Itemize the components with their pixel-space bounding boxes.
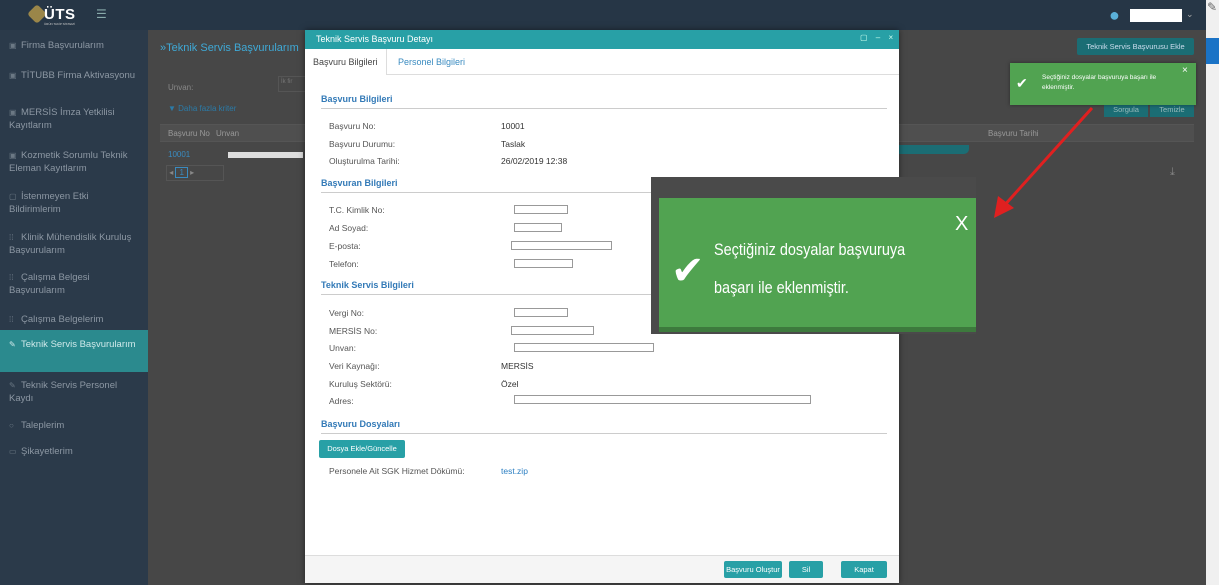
redacted-vergi-no bbox=[514, 308, 568, 317]
table-row-no[interactable]: 10001 bbox=[168, 150, 190, 159]
zoomed-success-toast: ✔ Seçtiğiniz dosyalar başvuruya başarı i… bbox=[651, 177, 976, 334]
value-basvuru-durumu: Taslak bbox=[501, 139, 526, 149]
file-link[interactable]: test.zip bbox=[501, 466, 528, 476]
redacted-adres bbox=[514, 395, 811, 404]
edge-tool-icon[interactable]: ✎ bbox=[1207, 0, 1219, 18]
redacted-telefon bbox=[514, 259, 573, 268]
download-icon[interactable]: ⤓ bbox=[1170, 166, 1175, 179]
grid-icon: ⁞⁞ bbox=[9, 233, 14, 242]
sidebar-item-firma-basvurulari[interactable]: ▣ Firma Başvurularım bbox=[0, 39, 148, 52]
sidebar-item-taleplerim[interactable]: ○ Taleplerim bbox=[0, 419, 148, 432]
toast-message: Seçtiğiniz dosyalar başvuruya başarı ile… bbox=[1042, 74, 1157, 91]
page-title: »Teknik Servis Başvurularım bbox=[160, 42, 299, 54]
label-basvuru-durumu: Başvuru Durumu: bbox=[329, 139, 396, 149]
value-veri-kaynagi: MERSİS bbox=[501, 361, 534, 371]
sidebar: ▣ Firma Başvurularım ▣ TİTUBB Firma Aktiva… bbox=[0, 30, 148, 585]
sidebar-item-klinik[interactable]: ⁞⁞ Klinik Mühendislik Kuruluş Başvuruları… bbox=[0, 231, 148, 257]
tab-basvuru-bilgileri[interactable]: Başvuru Bilgileri bbox=[305, 49, 387, 75]
section-basvuru-bilgileri: Başvuru Bilgileri bbox=[321, 94, 887, 109]
tab-personel-bilgileri[interactable]: Personel Bilgileri bbox=[390, 49, 473, 75]
page-number[interactable]: 1 bbox=[175, 167, 188, 178]
label-olusturulma: Oluşturulma Tarihi: bbox=[329, 156, 400, 166]
window-controls-icon[interactable]: ▢ – × bbox=[860, 33, 896, 42]
success-toast: ✔ Seçtiğiniz dosyalar başvuruya başarı i… bbox=[1010, 63, 1196, 105]
message-icon: ▭ bbox=[9, 447, 17, 456]
unvan-filter-input[interactable]: İk fir bbox=[278, 76, 308, 92]
label-kurulus-sektoru: Kuruluş Sektörü: bbox=[329, 379, 392, 389]
label-veri-kaynagi: Veri Kaynağı: bbox=[329, 361, 380, 371]
modal-title: Teknik Servis Başvuru Detayı bbox=[316, 34, 434, 44]
grid-icon: ⁞⁞ bbox=[9, 273, 14, 282]
wrench-icon: ✎ bbox=[9, 340, 16, 349]
document-icon: ▣ bbox=[9, 71, 17, 80]
redacted-eposta bbox=[511, 241, 612, 250]
chat-icon: ▢ bbox=[9, 192, 17, 201]
modal-header: Teknik Servis Başvuru Detayı ▢ – × bbox=[305, 30, 899, 49]
close-button[interactable]: Kapat bbox=[841, 561, 887, 578]
label-adres: Adres: bbox=[329, 396, 354, 406]
user-icon[interactable]: ● bbox=[1109, 5, 1129, 25]
check-icon: ✔ bbox=[1016, 75, 1028, 91]
label-eposta: E-posta: bbox=[329, 241, 361, 251]
redacted-unvan bbox=[228, 152, 303, 158]
sidebar-item-personel-kaydi[interactable]: ✎ Teknik Servis Personel Kaydı bbox=[0, 379, 148, 405]
sidebar-item-calisma-belgelerim[interactable]: ⁞⁞ Çalışma Belgelerim bbox=[0, 313, 148, 326]
column-header-no[interactable]: Başvuru No bbox=[168, 129, 210, 138]
sidebar-item-sikayetlerim[interactable]: ▭ Şikayetlerim bbox=[0, 445, 148, 458]
modal-tabs: Başvuru Bilgileri Personel Bilgileri bbox=[305, 49, 899, 75]
value-olusturulma: 26/02/2019 12:38 bbox=[501, 156, 568, 166]
pagination[interactable]: ◂ 1 ▸ bbox=[166, 165, 224, 181]
redacted-ad-soyad bbox=[514, 223, 562, 232]
value-basvuru-no: 10001 bbox=[501, 121, 525, 131]
sidebar-item-kozmetik[interactable]: ▣ Kozmetik Sorumlu Teknik Eleman Kayıtlar… bbox=[0, 149, 148, 175]
check-icon: ✔ bbox=[671, 249, 705, 293]
sidebar-item-titubb[interactable]: ▣ TİTUBB Firma Aktivasyonu bbox=[0, 69, 148, 82]
annotation-arrow bbox=[994, 106, 1094, 218]
pencil-icon: ✎ bbox=[9, 381, 16, 390]
column-header-unvan[interactable]: Unvan bbox=[216, 129, 239, 138]
redacted-unvan-field bbox=[514, 343, 654, 352]
document-icon: ▣ bbox=[9, 108, 17, 117]
sidebar-item-calisma-belgesi-basvuru[interactable]: ⁞⁞ Çalışma Belgesi Başvurularım bbox=[0, 271, 148, 297]
sidebar-item-teknik-servis[interactable]: ✎ Teknik Servis Başvurularım bbox=[0, 330, 148, 372]
menu-toggle-icon[interactable]: ☰ bbox=[96, 8, 110, 20]
add-update-file-button[interactable]: Dosya Ekle/Güncelle bbox=[319, 440, 405, 458]
modal-footer: Başvuru Oluştur Sil Kapat bbox=[305, 555, 899, 583]
logo-subtitle: ÜRÜN TAKİP SİSTEMİ bbox=[44, 22, 75, 26]
label-mersis-no: MERSİS No: bbox=[329, 326, 378, 336]
zoomed-toast-message: Seçtiğiniz dosyalar başvuruya başarı ile… bbox=[714, 240, 906, 297]
delete-button[interactable]: Sil bbox=[789, 561, 823, 578]
label-basvuru-no: Başvuru No: bbox=[329, 121, 376, 131]
right-edge-strip bbox=[1206, 0, 1219, 585]
redacted-tc-kimlik bbox=[514, 205, 568, 214]
value-kurulus-sektoru: Özel bbox=[501, 379, 519, 389]
filter-label: Unvan: bbox=[168, 83, 194, 92]
bubble-icon: ○ bbox=[9, 421, 14, 430]
edge-blue-tab[interactable] bbox=[1206, 38, 1219, 64]
add-application-button[interactable]: Teknik Servis Başvurusu Ekle bbox=[1077, 38, 1194, 55]
label-sgk-dokumu: Personele Ait SGK Hizmet Dökümü: bbox=[329, 466, 465, 476]
label-vergi-no: Vergi No: bbox=[329, 308, 364, 318]
top-bar: ÜTS ÜRÜN TAKİP SİSTEMİ ☰ ● ⌄ bbox=[0, 0, 1206, 30]
label-ad-soyad: Ad Soyad: bbox=[329, 223, 369, 233]
toast-close-icon[interactable]: × bbox=[1182, 65, 1188, 76]
document-icon: ▣ bbox=[9, 151, 17, 160]
grid-icon: ⁞⁞ bbox=[9, 315, 14, 324]
label-telefon: Telefon: bbox=[329, 259, 359, 269]
label-tc-kimlik: T.C. Kimlik No: bbox=[329, 205, 385, 215]
more-criteria-toggle[interactable]: ▼ Daha fazla kriter bbox=[168, 104, 236, 113]
sidebar-item-istenmeyen-etki[interactable]: ▢ İstenmeyen Etki Bildirimlerim bbox=[0, 190, 148, 216]
logo[interactable]: ÜTS bbox=[44, 6, 76, 23]
document-icon: ▣ bbox=[9, 41, 17, 50]
zoomed-toast-panel: ✔ Seçtiğiniz dosyalar başvuruya başarı i… bbox=[659, 198, 976, 332]
chevron-down-icon[interactable]: ⌄ bbox=[1186, 9, 1194, 20]
redacted-mersis-no bbox=[511, 326, 594, 335]
zoomed-close-icon: X bbox=[955, 213, 969, 235]
sidebar-item-mersis[interactable]: ▣ MERSİS İmza Yetkilisi Kayıtlarım bbox=[0, 106, 148, 132]
label-unvan: Unvan: bbox=[329, 343, 356, 353]
create-application-button[interactable]: Başvuru Oluştur bbox=[724, 561, 782, 578]
user-name-redacted[interactable] bbox=[1130, 9, 1182, 22]
section-basvuru-dosyalari: Başvuru Dosyaları bbox=[321, 419, 887, 434]
